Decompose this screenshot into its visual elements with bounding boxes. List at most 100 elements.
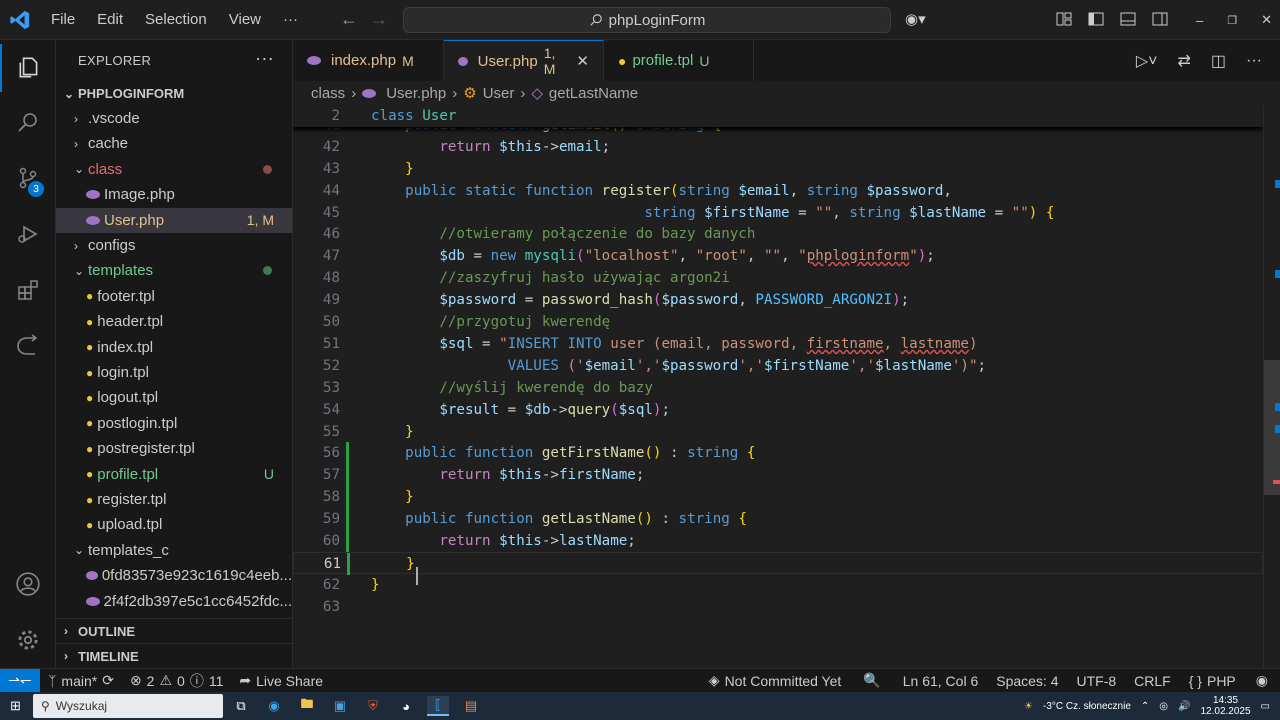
file-item[interactable]: Image.php: [56, 182, 292, 207]
git-branch[interactable]: ᛉ main* ⟳: [40, 672, 122, 689]
volume-icon[interactable]: 🔊: [1178, 701, 1190, 712]
language-mode[interactable]: { } PHP: [1181, 673, 1244, 689]
file-item[interactable]: ● login.tpl: [56, 360, 292, 385]
forward-arrow-icon[interactable]: →: [370, 9, 388, 30]
code-line[interactable]: 62}: [293, 574, 1263, 596]
copilot-icon[interactable]: ◉▾: [905, 10, 926, 28]
code-line[interactable]: 46 //otwieramy połączenie do bazy danych: [293, 223, 1263, 245]
sync-icon[interactable]: ⟳: [102, 672, 114, 689]
code-editor[interactable]: 40 }41 public function getEmail() : stri…: [293, 105, 1280, 668]
settings-gear-icon[interactable]: [0, 616, 56, 664]
folder-item[interactable]: ⌄ templates: [56, 258, 292, 283]
code-line[interactable]: 42 return $this->email;: [293, 136, 1263, 158]
menu-edit[interactable]: Edit: [86, 11, 134, 28]
file-item[interactable]: ● header.tpl: [56, 309, 292, 334]
minimize-icon[interactable]: –: [1196, 13, 1203, 28]
tab-index-php[interactable]: index.php M: [293, 40, 444, 81]
code-line[interactable]: 61 }: [293, 551, 1263, 575]
toggle-panel-icon[interactable]: [1120, 11, 1136, 30]
code-line[interactable]: 47 $db = new mysqli("localhost", "root",…: [293, 245, 1263, 267]
indentation[interactable]: Spaces: 4: [986, 673, 1068, 689]
remote-indicator-icon[interactable]: ⇀↽: [0, 668, 40, 693]
breadcrumb-folder[interactable]: class: [311, 85, 345, 102]
code-line[interactable]: 55 }: [293, 421, 1263, 443]
windows-start-icon[interactable]: ⊞: [10, 698, 21, 714]
folder-item[interactable]: › configs: [56, 233, 292, 258]
sticky-scroll-header[interactable]: 2 class User: [293, 105, 1263, 127]
code-line[interactable]: 53 //wyślij kwerendę do bazy: [293, 377, 1263, 399]
code-line[interactable]: 58 }: [293, 486, 1263, 509]
run-debug-icon[interactable]: [0, 210, 56, 258]
weather-label[interactable]: -3°C Cz. słonecznie: [1043, 701, 1131, 712]
breadcrumb-method[interactable]: getLastName: [549, 85, 638, 102]
file-item[interactable]: ● profile.tpl U: [56, 462, 292, 487]
toggle-secondary-sidebar-icon[interactable]: [1152, 11, 1168, 30]
tray-up-icon[interactable]: ⌃: [1141, 701, 1149, 712]
accounts-icon[interactable]: [0, 560, 56, 608]
extensions-icon[interactable]: [0, 266, 56, 314]
file-explorer-icon[interactable]: 🖿: [296, 696, 318, 716]
split-editor-icon[interactable]: ◫: [1211, 51, 1226, 71]
file-item[interactable]: 0fd83573e923c1619c4eeb...: [56, 563, 292, 588]
notification-icon[interactable]: ▭: [1261, 701, 1270, 712]
taskbar-search[interactable]: ⚲ Wyszukaj: [33, 694, 223, 718]
compare-changes-icon[interactable]: ⇄: [1177, 51, 1190, 71]
code-line[interactable]: 59 public function getLastName() : strin…: [293, 508, 1263, 531]
code-line[interactable]: 56 public function getFirstName() : stri…: [293, 442, 1263, 465]
more-actions-icon[interactable]: ···: [255, 48, 274, 69]
layout-customize-icon[interactable]: [1056, 11, 1072, 30]
code-line[interactable]: 60 return $this->lastName;: [293, 530, 1263, 552]
close-tab-icon[interactable]: ✕: [576, 52, 589, 70]
folder-item[interactable]: › cache: [56, 131, 292, 156]
code-line[interactable]: 48 //zaszyfruj hasło używając argon2i: [293, 267, 1263, 289]
wifi-icon[interactable]: ◎: [1159, 701, 1168, 712]
code-line[interactable]: 49 $password = password_hash($password, …: [293, 289, 1263, 311]
menu-more[interactable]: ···: [272, 11, 309, 28]
search-icon[interactable]: [0, 98, 56, 146]
workspace-root[interactable]: ⌄ PHPLOGINFORM: [56, 81, 292, 106]
folder-item[interactable]: › .vscode: [56, 106, 292, 131]
source-control-icon[interactable]: 3: [0, 154, 56, 202]
explorer-icon[interactable]: [0, 44, 56, 92]
folder-item[interactable]: ⌄ class: [56, 157, 292, 182]
store-icon[interactable]: ▣: [329, 696, 351, 716]
folder-item[interactable]: ⌄ templates_c: [56, 538, 292, 563]
breadcrumb-file[interactable]: User.php: [386, 85, 446, 102]
live-share[interactable]: ➦ Live Share: [231, 672, 331, 689]
command-center-search[interactable]: phpLoginForm: [403, 7, 891, 33]
file-item[interactable]: ● upload.tpl: [56, 512, 292, 537]
tab-user-php[interactable]: User.php 1, M ✕: [444, 40, 604, 81]
code-line[interactable]: 63: [293, 596, 1263, 618]
code-line[interactable]: 44 public static function register(strin…: [293, 180, 1263, 202]
copilot-status-icon[interactable]: ◉: [1244, 672, 1280, 689]
vscode-taskbar-icon[interactable]: ⟦: [427, 696, 449, 716]
problems-indicator[interactable]: ⊗ 2 ⚠ 0 ⓘ 11: [122, 671, 231, 691]
menu-selection[interactable]: Selection: [134, 11, 218, 28]
remote-explorer-icon[interactable]: [0, 322, 56, 370]
toggle-sidebar-icon[interactable]: [1088, 11, 1104, 30]
close-window-icon[interactable]: ✕: [1261, 12, 1272, 28]
menu-file[interactable]: File: [40, 11, 86, 28]
code-line[interactable]: 50 //przygotuj kwerendę: [293, 311, 1263, 333]
git-blame[interactable]: ◈ Not Committed Yet: [701, 672, 850, 689]
app-icon[interactable]: ▤: [460, 696, 482, 716]
cursor-position[interactable]: Ln 61, Col 6: [895, 673, 987, 689]
menu-view[interactable]: View: [218, 11, 272, 28]
code-line[interactable]: 52 VALUES ('$email','$password','$firstN…: [293, 355, 1263, 377]
outline-section[interactable]: › OUTLINE: [56, 618, 292, 643]
run-icon[interactable]: ▷˅: [1136, 51, 1158, 71]
app-icon[interactable]: ◕: [395, 696, 417, 716]
code-line[interactable]: 45 string $firstName = "", string $lastN…: [293, 202, 1263, 224]
file-item[interactable]: ● index.tpl: [56, 335, 292, 360]
minimap[interactable]: [1263, 105, 1280, 668]
code-line[interactable]: 54 $result = $db->query($sql);: [293, 399, 1263, 421]
back-arrow-icon[interactable]: ←: [340, 9, 358, 30]
code-line[interactable]: 57 return $this->firstName;: [293, 464, 1263, 487]
brave-browser-icon[interactable]: ⛨: [362, 696, 384, 716]
code-line[interactable]: 51 $sql = "INSERT INTO user (email, pass…: [293, 333, 1263, 355]
file-item[interactable]: ● postlogin.tpl: [56, 411, 292, 436]
file-item[interactable]: User.php 1, M: [56, 207, 292, 233]
clock[interactable]: 14:35 12.02.2025: [1200, 695, 1250, 717]
file-item[interactable]: ● register.tpl: [56, 487, 292, 512]
file-item[interactable]: 2f4f2db397e5c1cc6452fdc...: [56, 589, 292, 614]
